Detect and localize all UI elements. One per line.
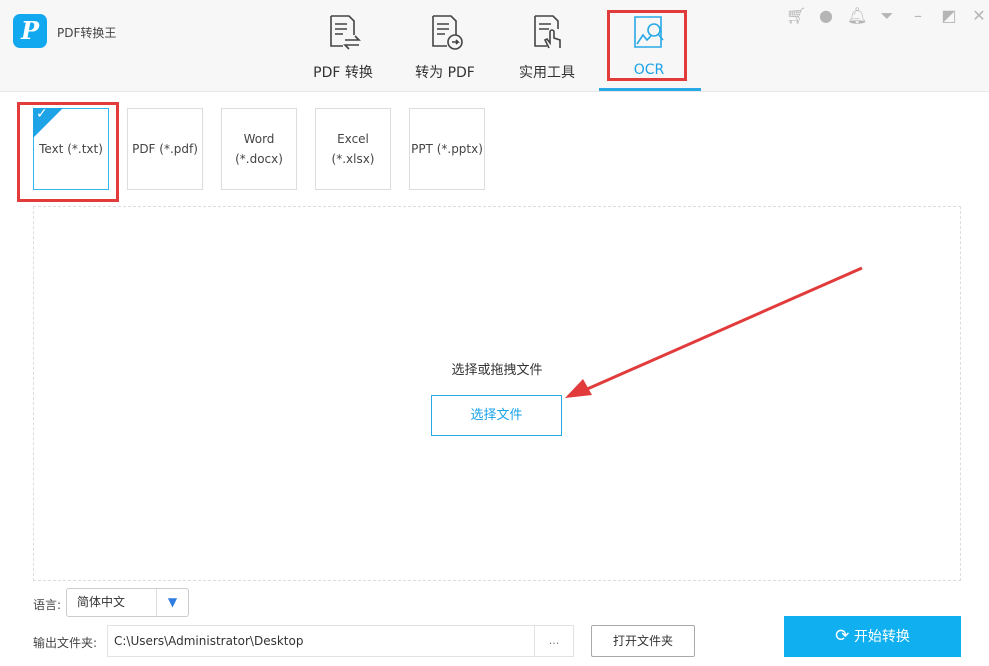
start-label: 开始转换 [853, 629, 910, 645]
output-folder-label: 输出文件夹: [33, 636, 98, 650]
chevron-down-icon[interactable]: ▼ [156, 589, 188, 616]
language-select[interactable]: 简体中文 ▼ [66, 588, 189, 617]
language-label: 语言: [33, 598, 62, 612]
browse-button[interactable]: ... [535, 625, 574, 657]
language-value: 简体中文 [77, 595, 126, 609]
refresh-icon: ⟳ [835, 626, 850, 646]
output-path-input[interactable]: C:\Users\Administrator\Desktop [107, 625, 535, 657]
start-convert-button[interactable]: ⟳ 开始转换 [784, 616, 961, 657]
red-arrow-annotation [565, 266, 863, 398]
open-folder-button[interactable]: 打开文件夹 [591, 625, 695, 657]
